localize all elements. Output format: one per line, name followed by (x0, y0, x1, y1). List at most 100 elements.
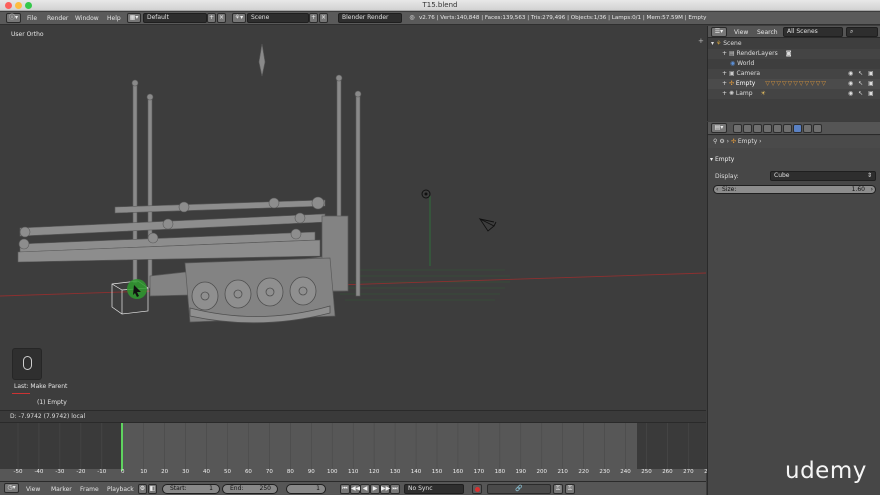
use-preview-range-icon[interactable]: ◧ (148, 484, 157, 494)
renderable-camera-icon[interactable]: ▣ (868, 79, 874, 89)
jump-end-icon[interactable]: ⏭ (390, 484, 400, 494)
increment-arrow-icon[interactable]: › (871, 186, 873, 193)
expand-toggle-icon[interactable]: + (722, 80, 727, 87)
outliner-filter-select[interactable]: All Scenes (783, 27, 843, 37)
current-frame-marker[interactable] (121, 423, 123, 471)
timeline-tick-label: 180 (494, 469, 506, 475)
timeline-ruler[interactable]: -50 -40 -30 -20 -10 0 10 20 30 40 50 60 70 80 90 100 110… (0, 469, 715, 477)
remove-scene-button[interactable]: × (319, 13, 328, 23)
end-frame-field[interactable]: End: 250 (222, 484, 278, 494)
zoom-window-button[interactable] (25, 2, 32, 9)
preview-range-button[interactable]: ⚙ (138, 484, 147, 494)
visibility-eye-icon[interactable]: ◉ (848, 89, 853, 99)
selectable-arrow-icon[interactable]: ↖ (858, 69, 863, 79)
collapse-toggle-icon[interactable]: ▾ (711, 40, 714, 47)
play-reverse-icon[interactable]: ◀ (360, 484, 370, 494)
outliner-item-world[interactable]: ◉ World (708, 59, 880, 69)
timeline-tick-label: 150 (431, 469, 443, 475)
screen-layout-icon[interactable]: ▦▾ (127, 13, 141, 23)
expand-toggle-icon[interactable]: + (722, 70, 727, 77)
timeline-menu-playback[interactable]: Playback (107, 486, 134, 493)
world-tab-icon[interactable] (763, 124, 772, 133)
timeline-tick-label: 110 (347, 469, 359, 475)
delete-keyframe-icon[interactable]: ⚿ (565, 484, 575, 494)
renderable-camera-icon[interactable]: ▣ (868, 89, 874, 99)
outliner-item-renderlayers[interactable]: + ▤ RenderLayers ◙ (708, 49, 880, 59)
jump-start-icon[interactable]: ⏮ (340, 484, 350, 494)
camera-object[interactable] (478, 217, 497, 232)
visibility-eye-icon[interactable]: ◉ (848, 79, 853, 89)
panel-header-empty[interactable]: ▾ Empty (710, 154, 879, 165)
timeline-tick-label: 80 (286, 469, 294, 475)
end-value: 250 (259, 485, 271, 492)
editor-type-timeline-button[interactable]: ◷▾ (4, 483, 19, 493)
add-scene-button[interactable]: + (309, 13, 318, 23)
play-icon[interactable]: ▶ (370, 484, 380, 494)
timeline-menu-marker[interactable]: Marker (51, 486, 72, 493)
data-tab-icon[interactable] (793, 124, 802, 133)
add-layout-button[interactable]: + (207, 13, 216, 23)
panel-collapse-icon[interactable]: ▾ (710, 156, 713, 163)
pin-icon[interactable]: ⚲ (713, 138, 717, 145)
selectable-arrow-icon[interactable]: ↖ (858, 79, 863, 89)
editor-type-info-button[interactable]: ⓘ▾ (6, 13, 21, 23)
particles-tab-icon[interactable] (813, 124, 822, 133)
insert-keyframe-icon[interactable]: ⚿ (553, 484, 563, 494)
renderable-camera-icon[interactable]: ▣ (868, 69, 874, 79)
size-field[interactable]: ‹ Size: 1.60 › (713, 185, 876, 194)
properties-shelf-toggle[interactable]: + (698, 38, 704, 45)
properties-editor[interactable]: ▤▾ ⚲ ⚙ › ✣ Empty › ▾ Empty Display: Cube… (707, 122, 880, 495)
outliner-menu-view[interactable]: View (734, 29, 748, 36)
outliner-menu-search[interactable]: Search (757, 29, 778, 36)
timeline-menu-view[interactable]: View (26, 486, 40, 493)
sync-mode-select[interactable]: No Sync (404, 484, 464, 494)
decrement-arrow-icon[interactable]: ‹ (716, 186, 718, 193)
minimize-window-button[interactable] (15, 2, 22, 9)
visibility-eye-icon[interactable]: ◉ (848, 69, 853, 79)
current-frame-field[interactable]: 1 (286, 484, 326, 494)
keying-set-field[interactable]: 🔗 (487, 484, 551, 494)
menu-render[interactable]: Render (47, 15, 68, 22)
timeline-grid (17, 423, 689, 469)
remove-layout-button[interactable]: × (217, 13, 226, 23)
lamp-object[interactable] (421, 189, 431, 199)
outliner-item-scene[interactable]: ▾ ⚘ Scene (708, 39, 880, 49)
renderlayers-tab-icon[interactable] (743, 124, 752, 133)
outliner-search-input[interactable]: ⌕ (846, 27, 878, 37)
display-type-select[interactable]: Cube ⇕ (770, 171, 876, 181)
jump-keyframe-back-icon[interactable]: ◀◀ (350, 484, 360, 494)
expand-toggle-icon[interactable]: + (722, 50, 727, 57)
3d-viewport[interactable]: User Ortho Last: Make Parent (1) Empty + (0, 26, 706, 410)
camera-icon: ▣ (728, 70, 735, 77)
menu-window[interactable]: Window (75, 15, 99, 22)
selectable-arrow-icon[interactable]: ↖ (858, 89, 863, 99)
jump-keyframe-forward-icon[interactable]: ▶▶ (380, 484, 390, 494)
timeline-editor[interactable]: -50 -40 -30 -20 -10 0 10 20 30 40 50 60 70 80 90 100 110… (0, 422, 715, 481)
render-tab-icon[interactable] (733, 124, 742, 133)
start-frame-field[interactable]: Start: 1 (162, 484, 220, 494)
expand-toggle-icon[interactable]: + (722, 90, 727, 97)
menu-help[interactable]: Help (107, 15, 121, 22)
timeline-menu-frame[interactable]: Frame (80, 486, 99, 493)
timeline-tick-label: 130 (389, 469, 401, 475)
scene-field[interactable]: Scene (247, 13, 309, 23)
object-tab-icon[interactable] (773, 124, 782, 133)
udemy-watermark: udemy (785, 458, 867, 484)
render-engine-select[interactable]: Blender Render (338, 13, 402, 23)
record-button[interactable] (472, 484, 482, 494)
screen-layout-field[interactable]: Default (143, 13, 207, 23)
outliner-item-empty[interactable]: + ✣ Empty ▽▽▽▽▽▽▽▽▽▽▽ ◉ ↖ ▣ (708, 79, 880, 89)
timeline-tick-label: -30 (55, 469, 65, 475)
editor-type-outliner-button[interactable]: ☰▾ (711, 27, 727, 37)
menu-file[interactable]: File (27, 15, 37, 22)
physics-tab-icon[interactable] (803, 124, 812, 133)
close-window-button[interactable] (5, 2, 12, 9)
constraints-tab-icon[interactable] (783, 124, 792, 133)
outliner-item-camera[interactable]: + ▣ Camera ◉ ↖ ▣ (708, 69, 880, 79)
outliner-item-lamp[interactable]: + ✺ Lamp ☀ ◉ ↖ ▣ (708, 89, 880, 99)
editor-type-properties-button[interactable]: ▤▾ (711, 123, 727, 133)
scene-tab-icon[interactable] (753, 124, 762, 133)
scene-icon[interactable]: ⚘▾ (232, 13, 246, 23)
current-frame-value: 1 (316, 485, 320, 492)
outliner-editor[interactable]: ☰▾ View Search All Scenes ⌕ ▾ ⚘ Scene + … (707, 26, 880, 121)
